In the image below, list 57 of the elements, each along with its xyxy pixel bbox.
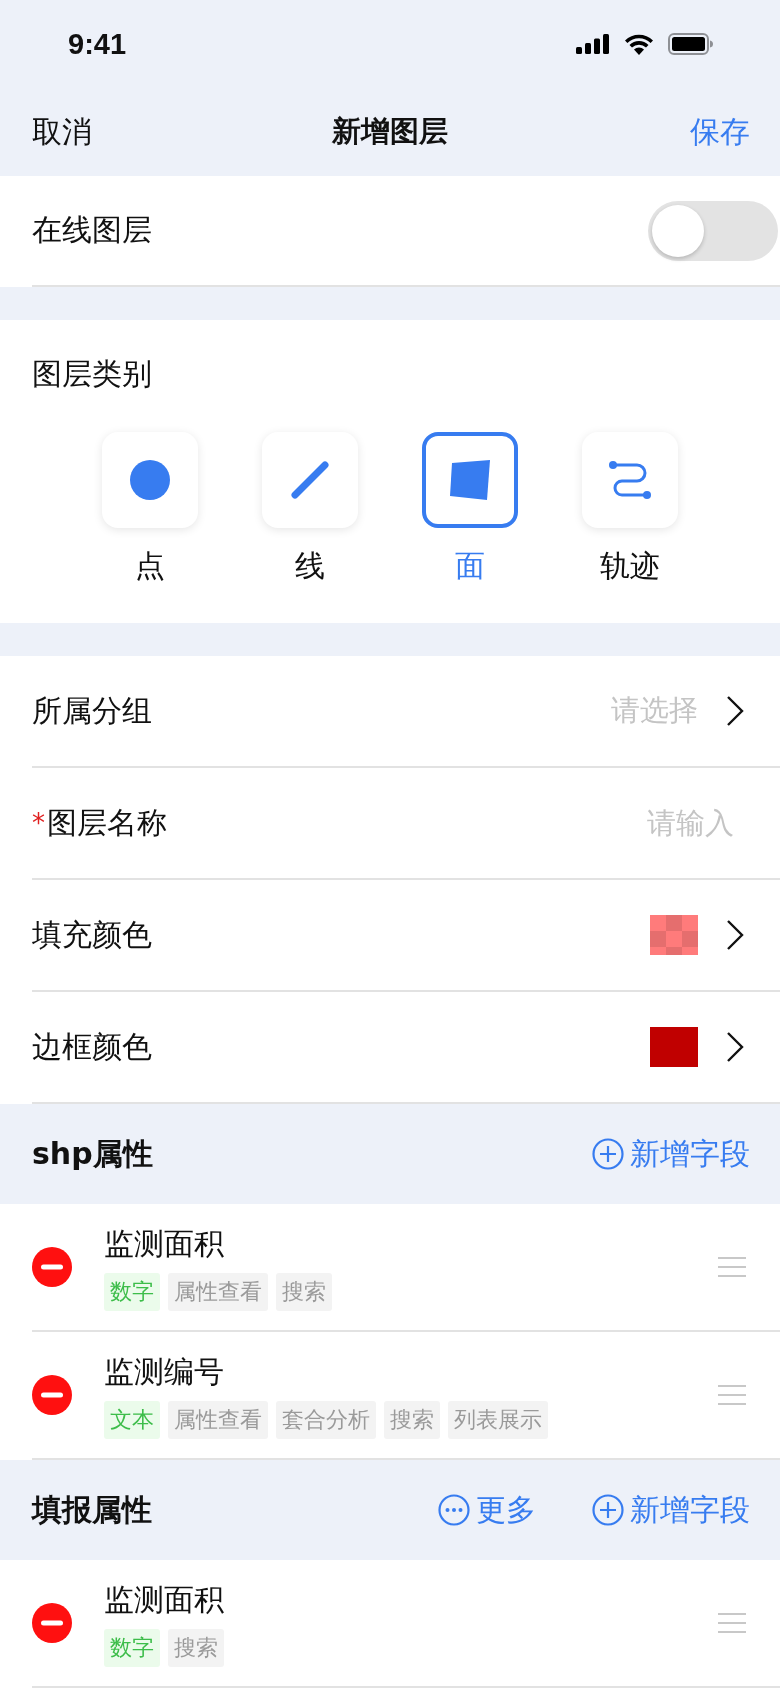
remove-icon[interactable] bbox=[32, 1247, 72, 1287]
field-label: 边框颜色 bbox=[32, 1027, 152, 1066]
plus-circle-icon bbox=[592, 1494, 624, 1526]
field-label: 所属分组 bbox=[32, 691, 152, 730]
remove-icon[interactable] bbox=[32, 1375, 72, 1415]
field-option-tag: 属性查看 bbox=[168, 1400, 268, 1439]
layer-type-option[interactable] bbox=[582, 432, 678, 528]
field-option-tag: 搜索 bbox=[276, 1272, 332, 1311]
more-circle-icon bbox=[438, 1494, 470, 1526]
signal-icon bbox=[576, 34, 610, 54]
input-field[interactable]: 请输入 bbox=[534, 806, 734, 840]
field-name: 监测面积 bbox=[104, 1224, 225, 1263]
line-icon bbox=[291, 461, 329, 499]
layer-type-option[interactable] bbox=[422, 432, 518, 528]
field-option-tag: 列表展示 bbox=[448, 1400, 548, 1439]
field-label: 图层名称 bbox=[47, 803, 167, 842]
field-type-tag: 数字 bbox=[104, 1272, 160, 1311]
page-title: 新增图层 bbox=[332, 113, 448, 150]
add-field-button[interactable]: 新增字段 bbox=[592, 1133, 750, 1175]
cancel-button[interactable]: 取消 bbox=[32, 111, 92, 153]
required-asterisk: * bbox=[32, 808, 45, 838]
drag-handle-icon[interactable] bbox=[718, 1257, 746, 1277]
layer-type-label: 线 bbox=[295, 547, 325, 585]
add-field-button[interactable]: 新增字段 bbox=[592, 1489, 750, 1531]
plus-circle-icon bbox=[592, 1138, 624, 1170]
save-button[interactable]: 保存 bbox=[690, 111, 750, 153]
status-time: 9:41 bbox=[68, 27, 127, 61]
field-label: 填充颜色 bbox=[32, 915, 152, 954]
field-name: 监测面积 bbox=[104, 1580, 225, 1619]
remove-icon[interactable] bbox=[32, 1603, 72, 1643]
layer-type-label: 面 bbox=[455, 547, 485, 585]
field-type-tag: 数字 bbox=[104, 1628, 160, 1667]
polygon-icon bbox=[450, 460, 490, 500]
field-option-tag: 属性查看 bbox=[168, 1272, 268, 1311]
section-title: 填报属性 bbox=[32, 1490, 152, 1529]
field-type-tag: 文本 bbox=[104, 1400, 160, 1439]
layer-type-option[interactable] bbox=[262, 432, 358, 528]
section-title: shp属性 bbox=[32, 1134, 153, 1173]
field-option-tag: 套合分析 bbox=[276, 1400, 376, 1439]
chevron-right-icon bbox=[726, 695, 744, 727]
chevron-right-icon bbox=[726, 1031, 744, 1063]
more-button[interactable]: 更多 bbox=[438, 1489, 536, 1531]
route-icon bbox=[609, 461, 651, 499]
layer-type-option[interactable] bbox=[102, 432, 198, 528]
dot-icon bbox=[130, 460, 170, 500]
field-option-tag: 搜索 bbox=[168, 1628, 224, 1667]
layer-type-label: 轨迹 bbox=[600, 547, 660, 585]
layer-type-label: 图层类别 bbox=[32, 355, 153, 393]
online-layer-label: 在线图层 bbox=[32, 211, 152, 249]
chevron-right-icon bbox=[726, 919, 744, 951]
drag-handle-icon[interactable] bbox=[718, 1613, 746, 1633]
layer-type-label: 点 bbox=[135, 547, 165, 585]
field-name: 监测编号 bbox=[104, 1352, 225, 1391]
battery-icon bbox=[668, 33, 714, 55]
field-option-tag: 搜索 bbox=[384, 1400, 440, 1439]
wifi-icon bbox=[624, 33, 654, 55]
drag-handle-icon[interactable] bbox=[718, 1385, 746, 1405]
